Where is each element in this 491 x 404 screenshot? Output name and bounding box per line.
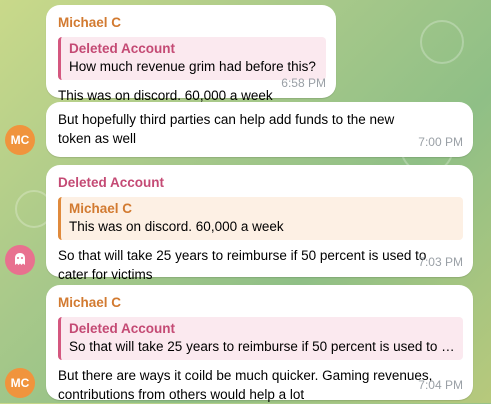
quote-sender-name: Michael C bbox=[69, 201, 133, 216]
message-bubble[interactable]: Michael C Deleted Account How much reven… bbox=[46, 5, 336, 103]
message-text: So that will take 25 years to reimburse … bbox=[58, 248, 427, 282]
message-text: But there are ways it coild be much quic… bbox=[58, 368, 433, 402]
message-bubble[interactable]: Deleted Account Michael C This was on di… bbox=[46, 165, 473, 282]
background-doodle bbox=[420, 20, 464, 64]
message-text: But hopefully third parties can help add… bbox=[58, 112, 395, 146]
reply-quote[interactable]: Deleted Account So that will take 25 yea… bbox=[58, 317, 463, 360]
quote-text: This was on discord. 60,000 a week bbox=[69, 219, 284, 234]
ghost-icon bbox=[12, 251, 28, 270]
sender-name[interactable]: Michael C bbox=[58, 13, 326, 32]
reply-quote[interactable]: Michael C This was on discord. 60,000 a … bbox=[58, 197, 463, 240]
avatar-initials: MC bbox=[10, 133, 30, 147]
quote-text: So that will take 25 years to reimburse … bbox=[69, 339, 455, 354]
sender-name[interactable]: Deleted Account bbox=[58, 173, 463, 192]
message-time: 7:03 PM bbox=[418, 255, 463, 269]
quote-sender-name: Deleted Account bbox=[69, 321, 176, 336]
sender-name[interactable]: Michael C bbox=[58, 293, 463, 312]
message-bubble[interactable]: But hopefully third parties can help add… bbox=[46, 102, 473, 157]
message-time: 7:00 PM bbox=[418, 135, 463, 149]
message-time: 6:58 PM bbox=[281, 76, 326, 90]
avatar[interactable]: MC bbox=[5, 368, 35, 398]
avatar[interactable]: MC bbox=[5, 125, 35, 155]
quote-sender-name: Deleted Account bbox=[69, 41, 176, 56]
avatar[interactable] bbox=[5, 245, 35, 275]
message-bubble[interactable]: Michael C Deleted Account So that will t… bbox=[46, 285, 473, 402]
message-time: 7:04 PM bbox=[418, 378, 463, 392]
avatar-initials: MC bbox=[10, 376, 30, 390]
